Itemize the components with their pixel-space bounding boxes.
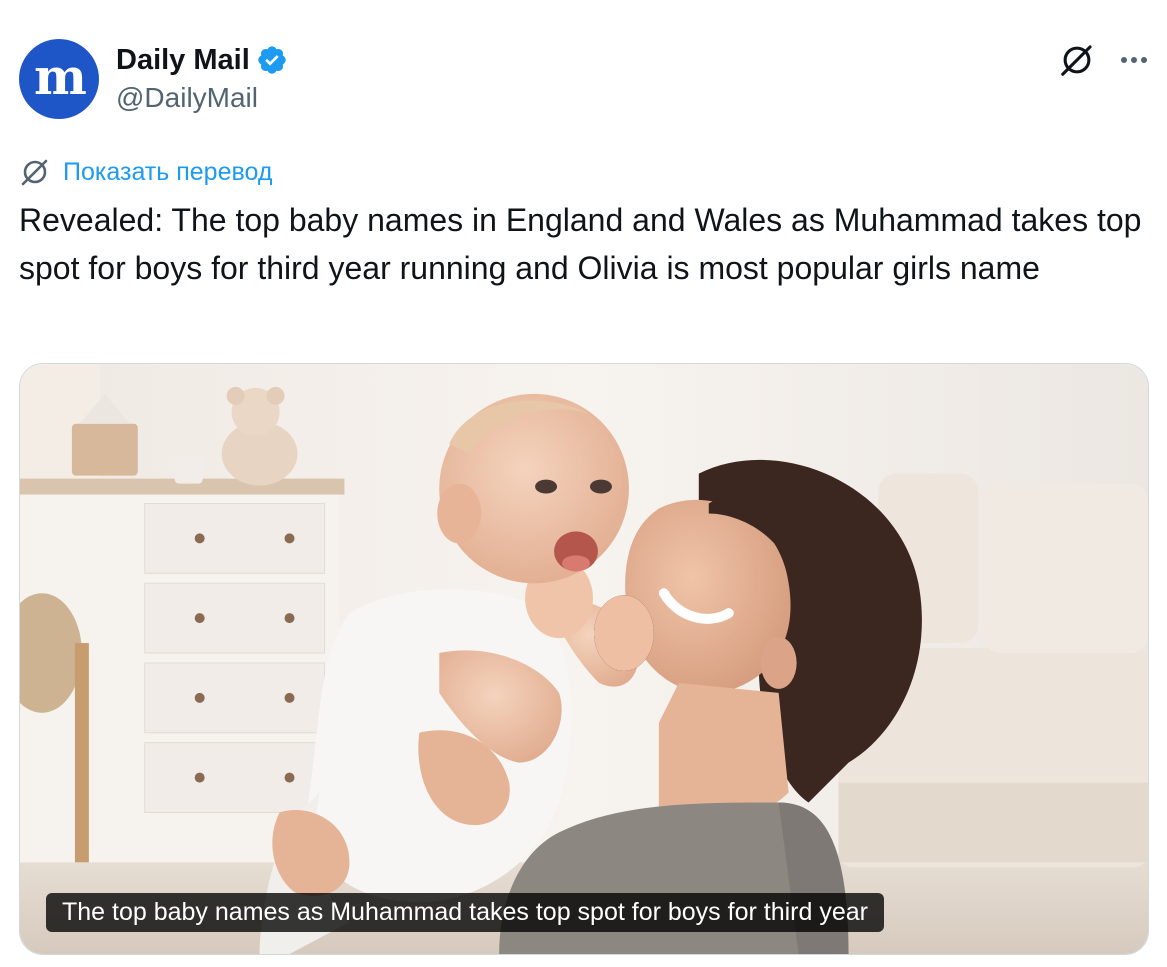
- avatar[interactable]: m: [19, 39, 99, 119]
- handle[interactable]: @DailyMail: [116, 82, 258, 114]
- grok-icon: [21, 159, 48, 186]
- tweet-photo[interactable]: The top baby names as Muhammad takes top…: [19, 363, 1149, 955]
- grok-icon: [1061, 45, 1092, 76]
- display-name[interactable]: Daily Mail: [116, 44, 250, 77]
- show-translation-label[interactable]: Показать перевод: [63, 158, 272, 187]
- more-options-button[interactable]: [1114, 40, 1154, 80]
- more-options-icon: [1121, 57, 1147, 63]
- tweet-card: m Daily Mail @DailyMail Показать перевод…: [0, 0, 1167, 967]
- photo-mother-and-baby: [20, 364, 1148, 954]
- verified-badge-icon: [258, 46, 286, 74]
- avatar-logo: m: [34, 47, 87, 106]
- media-caption: The top baby names as Muhammad takes top…: [46, 893, 884, 932]
- grok-button[interactable]: [1057, 40, 1097, 80]
- show-translation-link[interactable]: Показать перевод: [19, 154, 272, 190]
- display-name-row[interactable]: Daily Mail: [116, 42, 288, 78]
- tweet-text: Revealed: The top baby names in England …: [19, 202, 1142, 286]
